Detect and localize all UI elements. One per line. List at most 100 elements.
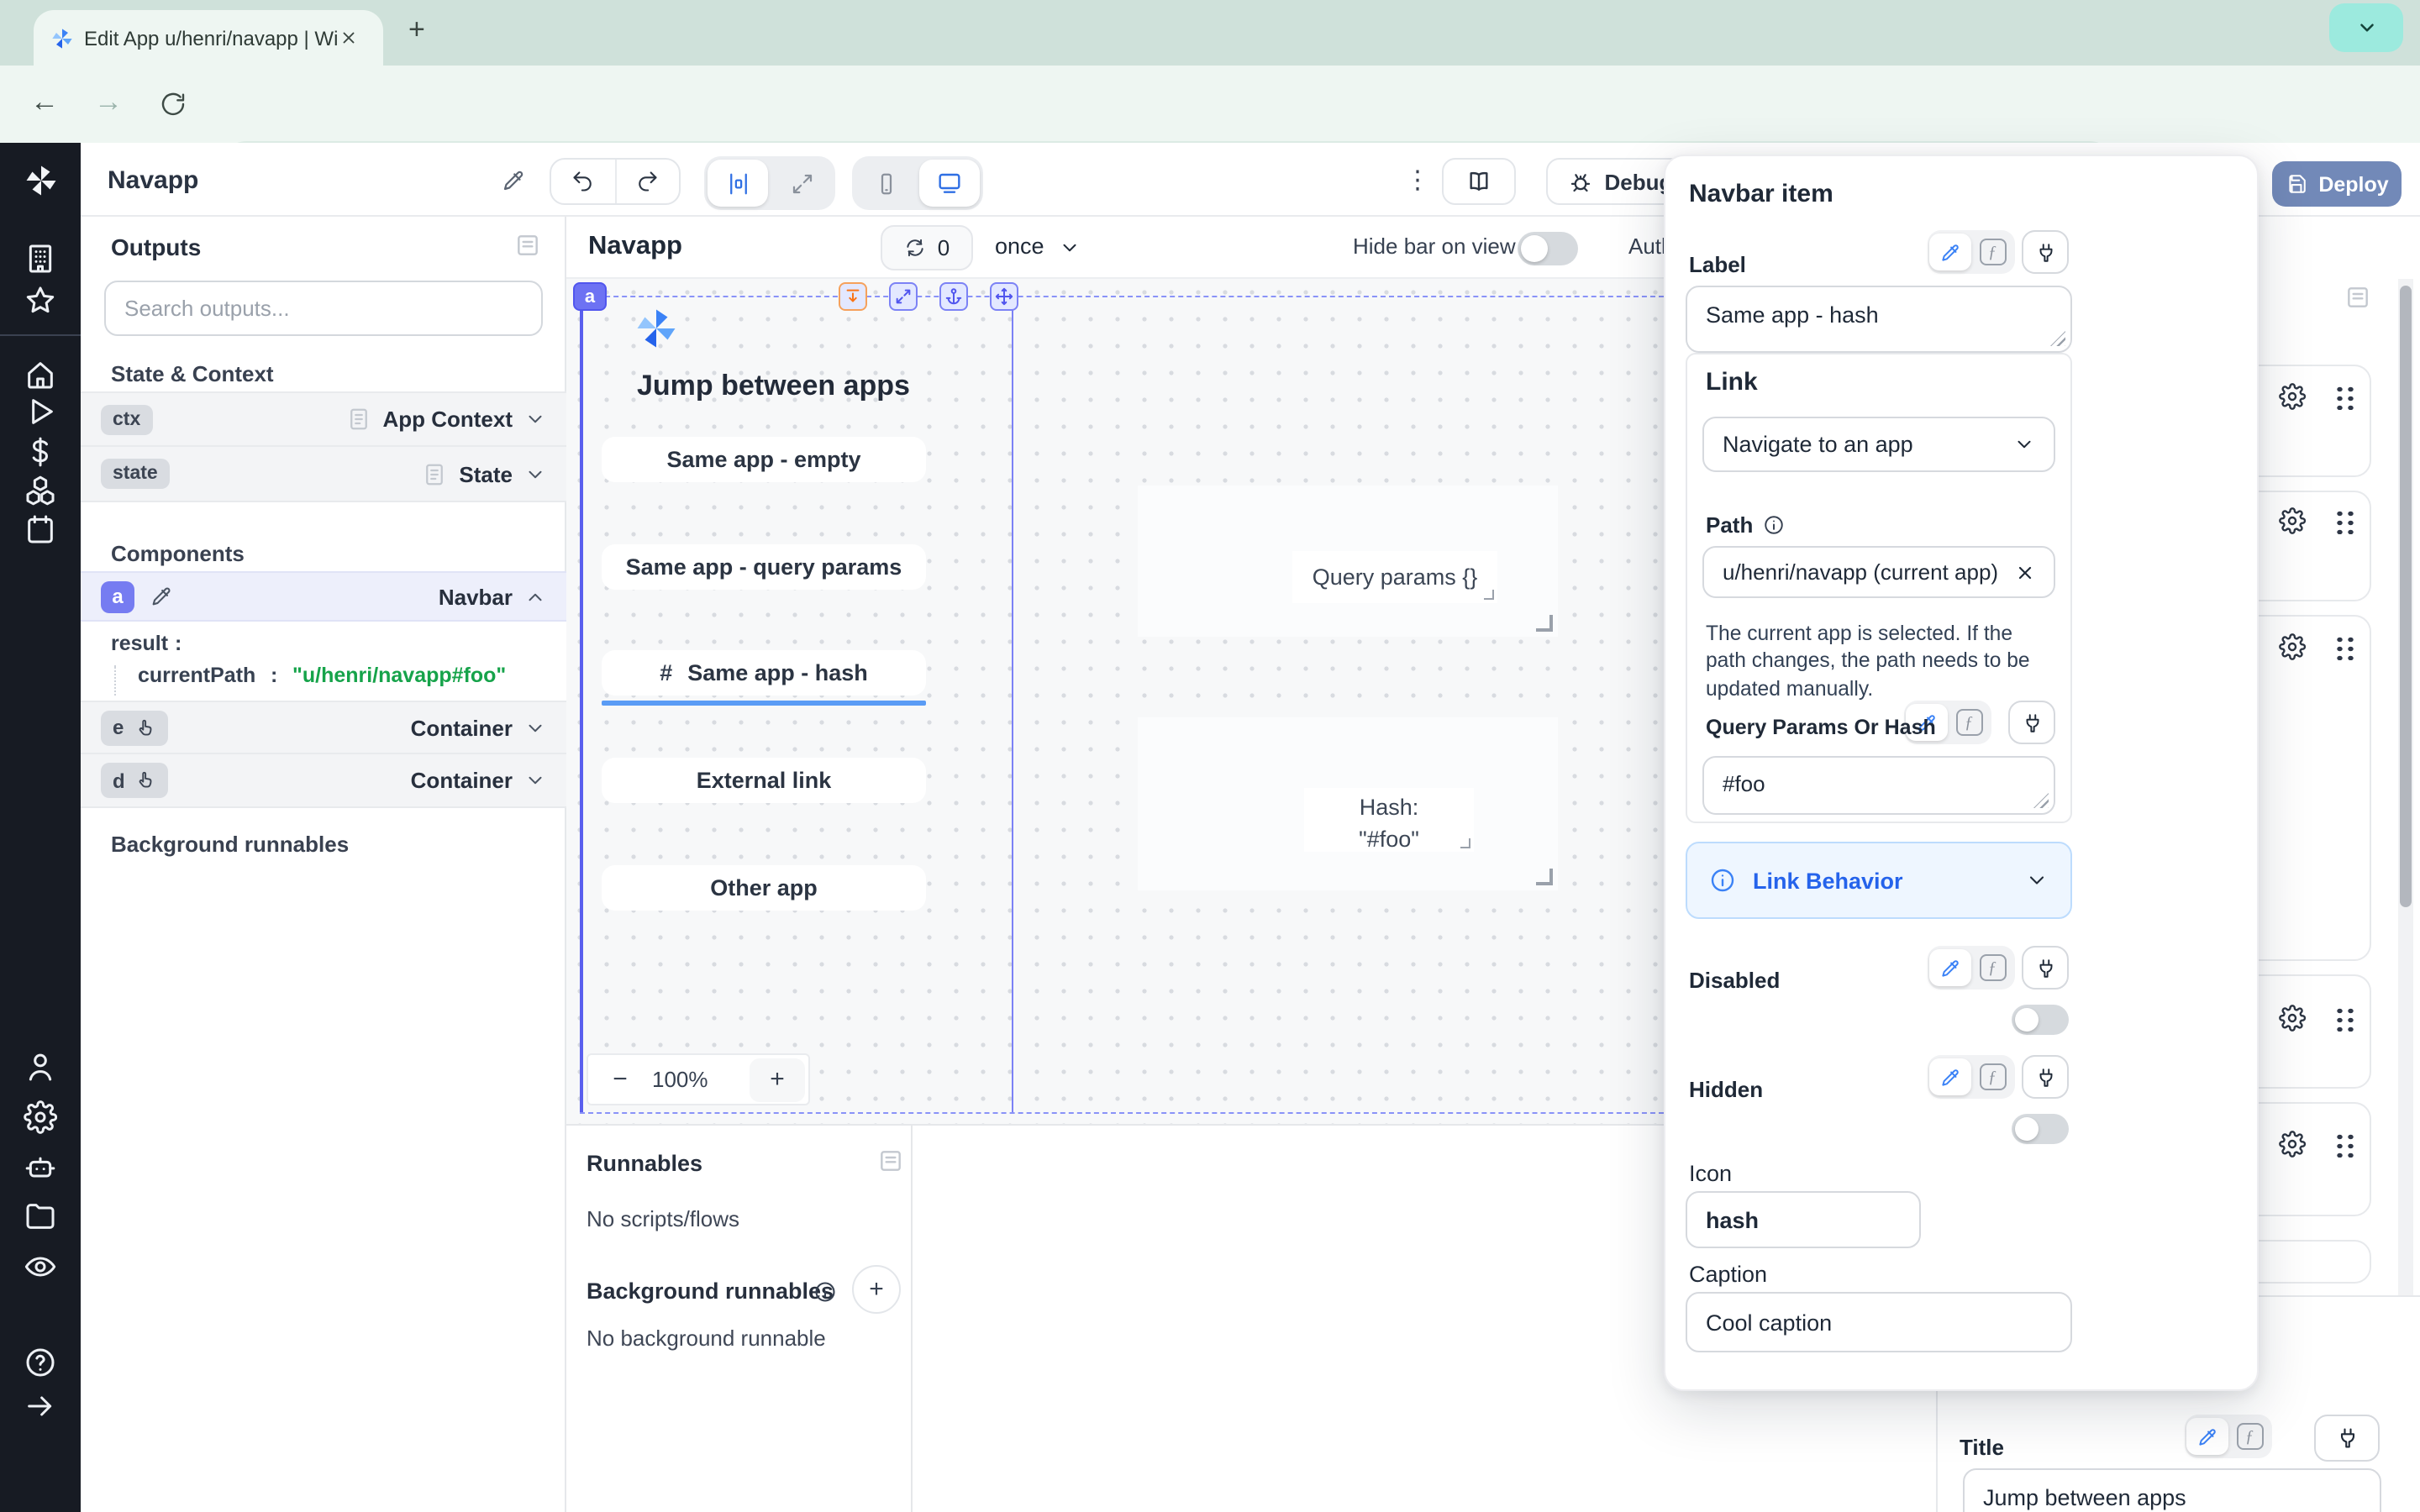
function-button[interactable]: ƒ xyxy=(1948,704,1990,741)
collapse-panel-icon[interactable] xyxy=(514,232,541,259)
add-background-runnable-button[interactable]: + xyxy=(852,1265,901,1314)
disabled-toggle[interactable] xyxy=(2012,1005,2069,1035)
desktop-preview-button[interactable] xyxy=(919,160,980,207)
workspace-building-icon[interactable] xyxy=(24,242,57,276)
edit-pencil-button[interactable] xyxy=(1929,949,1971,986)
chevron-up-icon[interactable] xyxy=(524,585,546,607)
workers-robot-icon[interactable] xyxy=(24,1151,57,1184)
ctx-row[interactable]: ctx App Context xyxy=(81,391,566,447)
variables-dollar-icon[interactable] xyxy=(24,435,57,469)
reload-button[interactable] xyxy=(160,91,187,118)
mobile-preview-button[interactable] xyxy=(855,160,916,207)
back-button[interactable]: ← xyxy=(30,86,59,119)
nav-item-external-link[interactable]: External link xyxy=(602,758,926,803)
deploy-button[interactable]: Deploy xyxy=(2272,161,2402,207)
edit-pencil-button[interactable] xyxy=(1929,1058,1971,1095)
drag-grip-icon[interactable] xyxy=(2333,1131,2354,1158)
component-insert-icon[interactable] xyxy=(839,282,867,311)
hide-bar-toggle[interactable] xyxy=(1518,232,1578,265)
gear-icon[interactable] xyxy=(2279,633,2306,660)
drag-grip-icon[interactable] xyxy=(2333,633,2354,660)
gear-icon[interactable] xyxy=(2279,383,2306,410)
chevron-down-icon[interactable] xyxy=(1059,237,1081,259)
icon-value-input[interactable]: hash xyxy=(1686,1191,1921,1248)
hidden-toggle[interactable] xyxy=(2012,1114,2069,1144)
gear-icon[interactable] xyxy=(2279,1131,2306,1158)
container-d-row[interactable]: d Container xyxy=(81,754,566,808)
tab-search-button[interactable] xyxy=(2329,3,2403,52)
settings-gear-icon[interactable] xyxy=(24,1100,57,1134)
collapse-sidebar-arrow-icon[interactable] xyxy=(24,1389,57,1423)
clear-x-icon[interactable] xyxy=(2015,562,2035,582)
schedules-calendar-icon[interactable] xyxy=(24,512,57,546)
component-expand-icon[interactable] xyxy=(889,282,918,311)
component-anchor-icon[interactable] xyxy=(939,282,968,311)
query-params-text-box[interactable]: Query params {} xyxy=(1292,551,1497,603)
resources-cubes-icon[interactable] xyxy=(24,474,57,507)
function-button[interactable]: ƒ xyxy=(1971,949,2013,986)
hash-text-box[interactable]: Hash: "#foo" xyxy=(1304,788,1474,852)
centered-layout-button[interactable] xyxy=(708,160,768,207)
favorites-star-icon[interactable] xyxy=(24,284,57,318)
redo-button[interactable] xyxy=(617,160,679,203)
state-row[interactable]: state State xyxy=(81,447,566,502)
navbar-component-row[interactable]: a Navbar xyxy=(81,571,566,622)
function-button[interactable]: ƒ xyxy=(1971,1058,2013,1095)
function-button[interactable]: ƒ xyxy=(1971,234,2013,270)
link-type-select[interactable]: Navigate to an app xyxy=(1702,417,2055,472)
component-move-icon[interactable] xyxy=(990,282,1018,311)
edit-pencil-icon[interactable] xyxy=(150,585,173,608)
gear-icon[interactable] xyxy=(2279,507,2306,534)
query-value-textarea[interactable]: #foo xyxy=(1702,756,2055,815)
edit-title-pencil-icon[interactable] xyxy=(501,168,526,193)
forward-button[interactable]: → xyxy=(94,86,123,119)
container-e-row[interactable]: e Container xyxy=(81,701,566,754)
drag-grip-icon[interactable] xyxy=(2333,383,2354,410)
chevron-down-icon[interactable] xyxy=(524,463,546,485)
selected-component-tag[interactable]: a xyxy=(573,282,607,311)
browser-tab[interactable]: Edit App u/henri/navapp | Win xyxy=(34,10,383,66)
caption-value-input[interactable]: Cool caption xyxy=(1686,1292,2072,1352)
zoom-in-button[interactable]: + xyxy=(750,1058,805,1101)
audit-eye-icon[interactable] xyxy=(24,1250,57,1284)
folders-icon[interactable] xyxy=(24,1200,57,1233)
zoom-out-button[interactable]: − xyxy=(588,1065,652,1094)
connect-plug-button[interactable] xyxy=(2314,1415,2380,1462)
connect-plug-button[interactable] xyxy=(2022,230,2069,274)
collapse-panel-icon[interactable] xyxy=(877,1147,904,1174)
undo-button[interactable] xyxy=(551,160,617,203)
hash-container[interactable]: Hash: "#foo" xyxy=(1138,717,1558,890)
runs-play-icon[interactable] xyxy=(24,395,57,428)
search-input[interactable] xyxy=(104,281,543,336)
nav-item-empty[interactable]: Same app - empty xyxy=(602,437,926,482)
more-options-icon[interactable]: ⋮ xyxy=(1405,165,1430,195)
edit-pencil-button[interactable] xyxy=(2186,1418,2228,1455)
home-icon[interactable] xyxy=(24,358,57,391)
fullscreen-layout-button[interactable] xyxy=(771,160,832,207)
connect-plug-button[interactable] xyxy=(2022,1055,2069,1099)
new-tab-button[interactable]: + xyxy=(408,13,425,47)
link-behavior-collapsible[interactable]: Link Behavior xyxy=(1686,842,2072,919)
function-button[interactable]: ƒ xyxy=(2228,1418,2270,1455)
users-icon[interactable] xyxy=(24,1050,57,1084)
nav-item-other-app[interactable]: Other app xyxy=(602,865,926,911)
chevron-down-icon[interactable] xyxy=(524,769,546,791)
connect-plug-button[interactable] xyxy=(2008,701,2055,744)
nav-item-hash[interactable]: # Same app - hash xyxy=(602,650,926,696)
label-value-textarea[interactable]: Same app - hash xyxy=(1686,286,2072,353)
windmill-logo-block[interactable] xyxy=(0,143,81,217)
chevron-down-icon[interactable] xyxy=(524,717,546,738)
collapse-panel-icon[interactable] xyxy=(2344,284,2371,311)
nav-item-query-params[interactable]: Same app - query params xyxy=(602,544,926,590)
tab-close-icon[interactable] xyxy=(339,29,358,47)
path-input[interactable]: u/henri/navapp (current app) xyxy=(1702,546,2055,598)
title-value-input[interactable]: Jump between apps xyxy=(1963,1468,2381,1512)
refresh-count-button[interactable]: 0 xyxy=(881,225,973,270)
refresh-mode-select[interactable]: once xyxy=(995,234,1044,259)
drag-grip-icon[interactable] xyxy=(2333,1005,2354,1032)
query-params-container[interactable]: Query params {} xyxy=(1138,486,1558,637)
connect-plug-button[interactable] xyxy=(2022,946,2069,990)
help-icon[interactable] xyxy=(24,1346,57,1379)
drag-grip-icon[interactable] xyxy=(2333,507,2354,534)
chevron-down-icon[interactable] xyxy=(524,408,546,430)
